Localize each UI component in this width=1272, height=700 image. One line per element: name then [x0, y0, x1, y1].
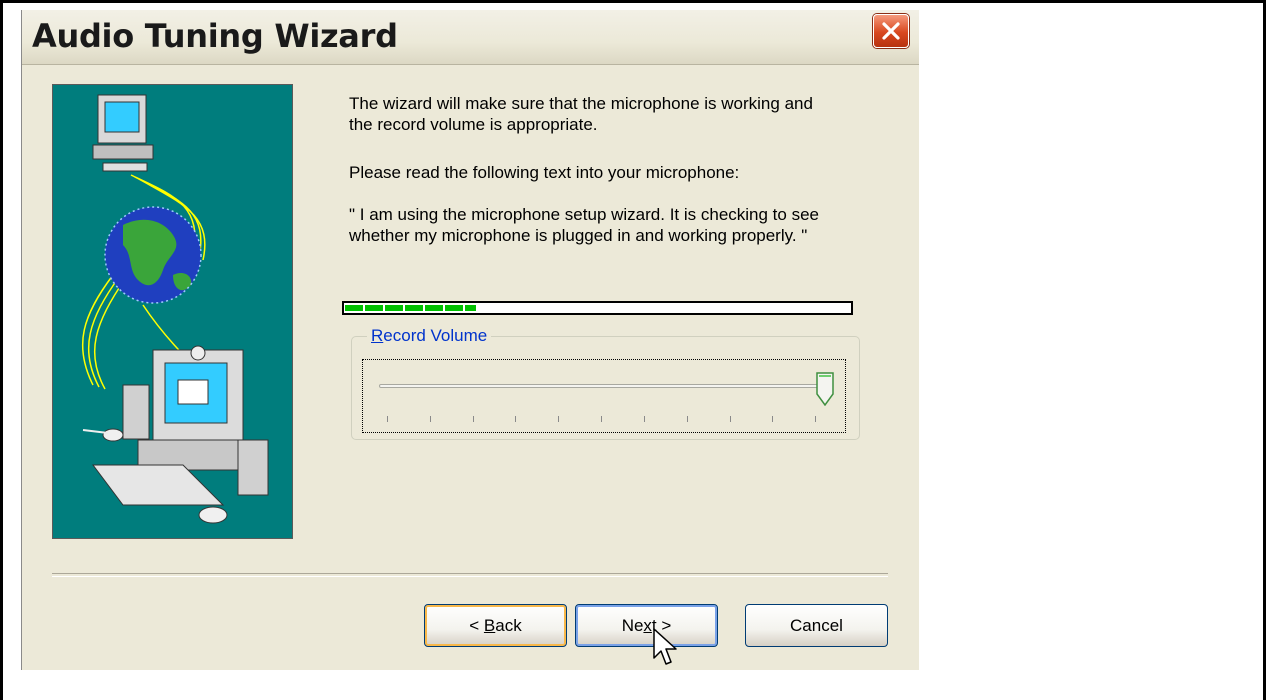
intro-text: The wizard will make sure that the micro… — [349, 94, 813, 134]
globe-icon — [104, 206, 202, 304]
sample-quote-text: " I am using the microphone setup wizard… — [349, 205, 819, 245]
slider-tick — [515, 416, 517, 422]
record-volume-slider[interactable] — [362, 359, 846, 433]
slider-tick — [686, 416, 688, 422]
window-title: Audio Tuning Wizard — [32, 17, 398, 55]
slider-tick — [387, 416, 388, 422]
input-level-meter-fill — [345, 305, 476, 311]
close-button[interactable] — [873, 14, 909, 48]
next-button[interactable]: Next > — [575, 604, 718, 647]
slider-tick — [601, 416, 603, 422]
slider-tick — [815, 416, 817, 422]
wizard-dialog: Audio Tuning Wizard The wizard will make… — [21, 10, 919, 670]
close-icon — [882, 22, 900, 40]
input-level-meter — [342, 301, 853, 315]
button-separator — [52, 573, 888, 577]
slider-tick — [772, 416, 774, 422]
record-volume-label-rest: ecord Volume — [383, 326, 488, 345]
slider-tick — [472, 416, 474, 422]
record-volume-label: Record Volume — [367, 326, 492, 346]
instruction-text: Please read the following text into your… — [349, 163, 740, 182]
desktop-computer-icon — [82, 345, 269, 524]
mouse-pointer-icon — [653, 628, 677, 665]
cancel-button[interactable]: Cancel — [745, 604, 888, 647]
slider-thumb[interactable] — [816, 372, 834, 406]
cancel-button-label: Cancel — [790, 615, 843, 635]
network-computers-illustration — [81, 94, 269, 524]
record-volume-accelerator: R — [371, 326, 384, 345]
slider-tick — [729, 416, 731, 422]
slider-tick — [429, 416, 431, 422]
back-button[interactable]: < Back — [424, 604, 567, 647]
small-computer-icon — [92, 94, 154, 172]
slider-track[interactable] — [379, 384, 825, 388]
title-bar[interactable]: Audio Tuning Wizard — [22, 10, 919, 65]
slider-tick — [558, 416, 560, 422]
back-button-label: < Back — [469, 615, 522, 635]
slider-tick — [643, 416, 645, 422]
wizard-illustration — [52, 84, 293, 539]
